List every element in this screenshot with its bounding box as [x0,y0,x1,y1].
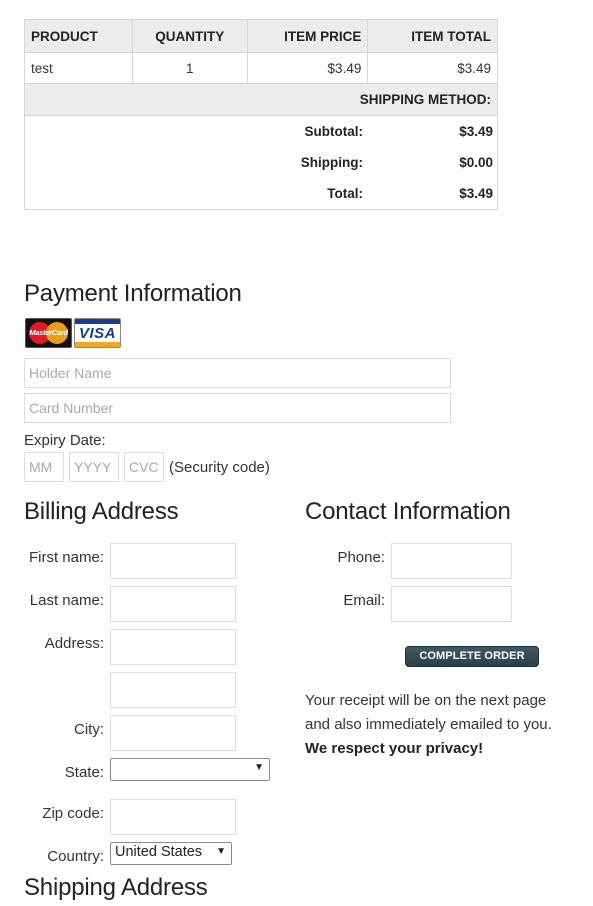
shipping-cost-row: Shipping: $0.00 [25,148,497,179]
dropdown-arrow-icon: ▼ [254,762,264,773]
expiry-month-input[interactable] [24,452,64,482]
address-label: Address: [44,635,104,652]
city-label: City: [74,721,104,738]
payment-information-heading: Payment Information [24,280,242,307]
receipt-text: Your receipt will be on the next page an… [305,692,552,733]
mastercard-logo-text: MasterCard [29,328,68,337]
country-select-value: United States [115,844,203,860]
expiry-date-label: Expiry Date: [24,432,106,449]
table-row: test 1 $3.49 $3.49 [24,52,498,84]
visa-logo-text: VISA [78,325,116,342]
shipping-address-heading: Shipping Address [24,874,208,901]
phone-label: Phone: [337,549,385,566]
shipping-cost-value: $0.00 [459,155,493,170]
cell-product: test [24,52,133,84]
shipping-method-label: SHIPPING METHOD: [24,83,498,116]
dropdown-arrow-icon: ▼ [216,846,226,857]
zip-code-label: Zip code: [42,805,104,822]
email-label: Email: [343,592,385,609]
column-header-product: PRODUCT [24,19,133,53]
country-label: Country: [47,848,104,865]
contact-information-heading: Contact Information [305,498,511,525]
shipping-cost-label: Shipping: [300,155,363,170]
privacy-notice: We respect your privacy! [305,740,484,757]
holder-name-input[interactable] [24,358,451,388]
address-line1-input[interactable] [110,629,236,665]
order-totals: Subtotal: $3.49 Shipping: $0.00 Total: $… [24,116,498,210]
total-row: Total: $3.49 [25,179,497,210]
email-input[interactable] [391,586,512,622]
subtotal-value: $3.49 [459,124,493,139]
cell-quantity: 1 [131,52,248,84]
last-name-input[interactable] [110,586,236,622]
expiry-year-input[interactable] [69,452,119,482]
city-input[interactable] [110,715,236,751]
last-name-label: Last name: [29,592,104,609]
cvc-input[interactable] [124,452,164,482]
subtotal-label: Subtotal: [304,124,364,139]
cell-item-price: $3.49 [246,52,369,84]
security-code-label: (Security code) [169,459,270,476]
zip-code-input[interactable] [110,799,236,835]
subtotal-row: Subtotal: $3.49 [25,117,497,148]
shipping-method-row: SHIPPING METHOD: [24,83,498,116]
order-table: PRODUCT QUANTITY ITEM PRICE ITEM TOTAL t… [24,19,498,116]
phone-input[interactable] [391,543,512,579]
column-header-quantity: QUANTITY [131,19,248,53]
first-name-label: First name: [28,549,104,566]
card-number-input[interactable] [24,393,451,423]
column-header-item-price: ITEM PRICE [246,19,369,53]
complete-order-button[interactable]: COMPLETE ORDER [405,646,539,667]
mastercard-logo: MasterCard [25,318,72,348]
first-name-input[interactable] [110,543,236,579]
state-label: State: [64,764,104,781]
visa-logo: VISA [74,318,121,348]
receipt-notice: Your receipt will be on the next page an… [305,689,575,761]
total-label: Total: [327,186,363,201]
country-select[interactable]: United States ▼ [110,842,232,865]
address-line2-input[interactable] [110,672,236,708]
column-header-item-total: ITEM TOTAL [367,19,498,53]
cell-item-total: $3.49 [367,52,498,84]
state-select[interactable]: ▼ [110,758,270,781]
order-table-header-row: PRODUCT QUANTITY ITEM PRICE ITEM TOTAL [24,19,498,53]
total-value: $3.49 [459,186,493,201]
billing-address-heading: Billing Address [24,498,179,525]
